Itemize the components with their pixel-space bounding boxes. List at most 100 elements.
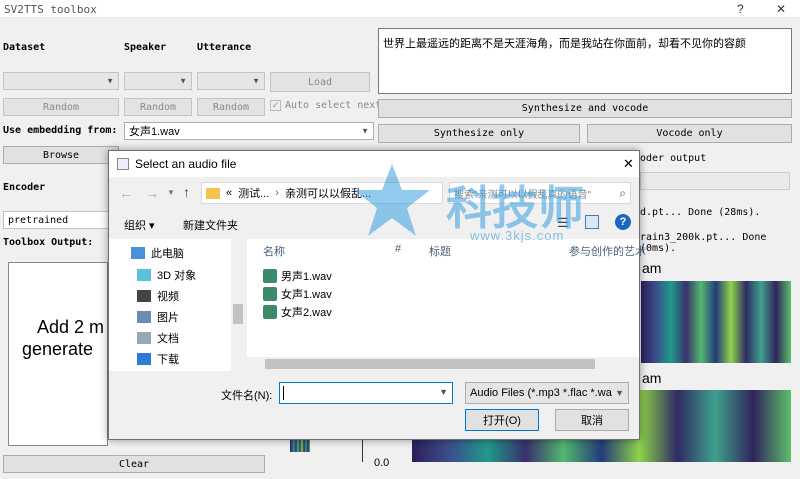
tree-item-pictures[interactable]: 图片 xyxy=(137,307,179,327)
spectrogram-top xyxy=(641,281,791,363)
picture-icon xyxy=(137,311,151,323)
embedding-value: 女声1.wav xyxy=(129,126,180,138)
dialog-title: Select an audio file xyxy=(135,157,237,171)
chevron-down-icon: ▼ xyxy=(252,76,260,86)
audio-file-icon xyxy=(263,287,277,301)
download-icon xyxy=(137,353,151,365)
tree-scrollbar[interactable] xyxy=(231,239,245,371)
tree-item-this-pc[interactable]: 此电脑 xyxy=(131,243,184,263)
chevron-down-icon: ▼ xyxy=(106,76,114,86)
speaker-label: Speaker xyxy=(124,42,167,53)
document-icon xyxy=(137,332,151,344)
spectrogram-title-2: am xyxy=(642,370,662,386)
file-list: 名称 # 标题 参与创作的艺术 男声1.wav 女声1.wav 女声2.wav xyxy=(247,239,646,371)
back-arrow-icon[interactable]: ← xyxy=(119,185,133,201)
tree-item-documents[interactable]: 文档 xyxy=(137,328,179,348)
synthesize-only-button[interactable]: Synthesize only xyxy=(378,124,580,143)
help-button[interactable]: ? xyxy=(737,2,744,16)
cube-icon xyxy=(137,269,151,281)
watermark-url: www.3kjs.com xyxy=(470,228,565,243)
chevron-down-icon: ▼ xyxy=(179,76,187,86)
watermark-logo xyxy=(352,160,432,240)
filename-input[interactable]: ▼ xyxy=(279,382,453,404)
dataset-combo[interactable]: ▼ xyxy=(3,72,119,90)
use-embedding-label: Use embedding from: xyxy=(3,125,118,136)
utterance-combo[interactable]: ▼ xyxy=(197,72,265,90)
encoder-value: pretrained xyxy=(8,214,69,226)
preview-pane-icon[interactable] xyxy=(585,215,599,229)
navigation-pane: 此电脑 3D 对象 视频 图片 文档 下载 xyxy=(109,239,245,371)
cancel-button[interactable]: 取消 xyxy=(555,409,629,431)
app-icon xyxy=(117,158,129,170)
column-artist[interactable]: 参与创作的艺术 xyxy=(569,243,646,259)
spectrogram-title-1: am xyxy=(642,260,662,276)
vocode-only-button[interactable]: Vocode only xyxy=(587,124,792,143)
tree-item-3d-objects[interactable]: 3D 对象 xyxy=(137,265,196,285)
placeholder-line1: Add 2 m xyxy=(37,317,105,337)
help-icon[interactable]: ? xyxy=(615,214,631,230)
file-item[interactable]: 女声2.wav xyxy=(263,303,332,321)
folder-icon xyxy=(206,187,220,199)
encoder-combo[interactable]: pretrained xyxy=(3,211,113,229)
organize-menu[interactable]: 组织 ▾ xyxy=(124,217,155,233)
scrollbar-thumb[interactable] xyxy=(233,304,243,324)
open-button[interactable]: 打开(O) xyxy=(465,409,539,431)
column-number[interactable]: # xyxy=(395,243,401,255)
audio-file-icon xyxy=(263,269,277,283)
spectrogram-small xyxy=(290,440,310,452)
auto-select-checkbox[interactable]: ✓ Auto select next xyxy=(270,100,381,111)
close-icon[interactable]: ✕ xyxy=(776,2,786,16)
audio-file-icon xyxy=(263,305,277,319)
load-button[interactable]: Load xyxy=(270,72,370,92)
path-separator-icon: › xyxy=(275,187,279,199)
tree-item-videos[interactable]: 视频 xyxy=(137,286,179,306)
path-prefix: « xyxy=(226,187,233,199)
utterance-label: Utterance xyxy=(197,42,252,53)
file-item[interactable]: 男声1.wav xyxy=(263,267,332,285)
chevron-down-icon[interactable]: ▼ xyxy=(167,188,175,197)
close-icon[interactable]: ✕ xyxy=(623,156,634,172)
tree-label: 图片 xyxy=(157,312,179,324)
axis-line xyxy=(362,440,363,462)
forward-arrow-icon[interactable]: → xyxy=(145,185,159,201)
horizontal-scrollbar[interactable] xyxy=(247,357,639,371)
encoder-label: Encoder xyxy=(3,182,46,193)
embedding-combo[interactable]: 女声1.wav ▼ xyxy=(124,122,374,140)
chevron-down-icon[interactable]: ▼ xyxy=(439,387,448,397)
filename-label: 文件名(N): xyxy=(221,390,273,402)
window-title: SV2TTS toolbox xyxy=(4,3,97,16)
tree-label: 下载 xyxy=(157,354,179,366)
filter-value: Audio Files (*.mp3 *.flac *.wa xyxy=(470,387,612,399)
file-name: 男声1.wav xyxy=(281,271,332,283)
chevron-down-icon: ▼ xyxy=(361,126,369,136)
random-dataset-button[interactable]: Random xyxy=(3,98,119,116)
chevron-down-icon: ▼ xyxy=(615,388,624,398)
toolbox-output-label: Toolbox Output: xyxy=(3,237,94,248)
file-item[interactable]: 女声1.wav xyxy=(263,285,332,303)
random-speaker-button[interactable]: Random xyxy=(124,98,192,116)
random-utterance-button[interactable]: Random xyxy=(197,98,265,116)
output-panel: Add 2 m generate xyxy=(8,262,108,446)
new-folder-button[interactable]: 新建文件夹 xyxy=(183,217,238,233)
tree-label: 文档 xyxy=(157,333,179,345)
title-bar: SV2TTS toolbox ? ✕ xyxy=(0,0,800,18)
tree-label: 3D 对象 xyxy=(157,270,197,282)
scrollbar-thumb[interactable] xyxy=(265,359,595,369)
film-icon xyxy=(137,290,151,302)
auto-select-label: Auto select next xyxy=(285,100,382,111)
file-type-filter[interactable]: Audio Files (*.mp3 *.flac *.wa ▼ xyxy=(465,382,629,404)
column-name[interactable]: 名称 xyxy=(263,243,285,259)
file-name: 女声2.wav xyxy=(281,307,332,319)
computer-icon xyxy=(131,247,145,259)
column-title[interactable]: 标题 xyxy=(429,243,451,259)
clear-button[interactable]: Clear xyxy=(3,455,265,473)
search-icon: ⌕ xyxy=(619,186,626,201)
up-arrow-icon[interactable]: ↑ xyxy=(183,184,190,200)
encoder-output-label: oder output xyxy=(640,153,707,164)
tree-item-downloads[interactable]: 下载 xyxy=(137,349,179,369)
text-input[interactable]: 世界上最遥远的距离不是天涯海角，而是我站在你面前，却看不见你的容颜 xyxy=(378,28,792,94)
path-segment-1[interactable]: 测试... xyxy=(238,185,269,201)
browse-button[interactable]: Browse xyxy=(3,146,119,164)
synthesize-and-vocode-button[interactable]: Synthesize and vocode xyxy=(378,99,792,118)
speaker-combo[interactable]: ▼ xyxy=(124,72,192,90)
